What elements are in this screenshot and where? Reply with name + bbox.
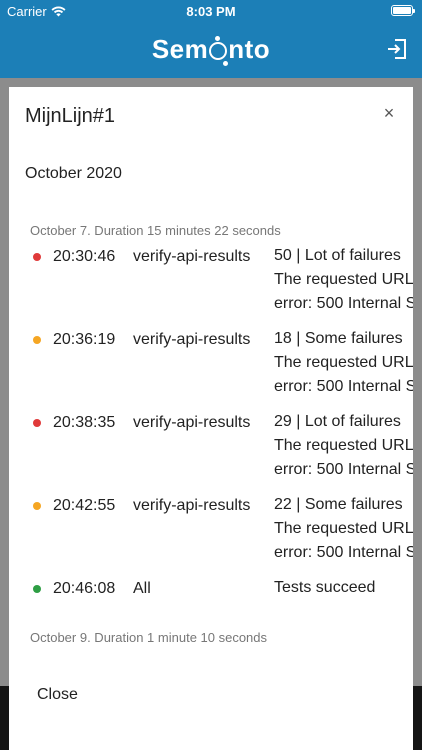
close-button[interactable]: Close <box>37 682 78 708</box>
timeline-modal: MijnLijn#1 × October 2020 October 7. Dur… <box>9 87 413 750</box>
message-line: error: 500 Internal Server Error <box>274 378 413 395</box>
item-test: verify-api-results <box>133 414 251 431</box>
error-status-dot <box>33 253 41 261</box>
item-time: 20:30:46 <box>53 248 116 265</box>
message-line: error: 500 Internal Server Error <box>274 461 413 478</box>
item-message: 22 | Some failures The requested URL ret… <box>274 493 413 565</box>
item-time: 20:42:55 <box>53 497 116 514</box>
warning-status-dot <box>33 502 41 510</box>
success-status-dot <box>33 585 41 593</box>
error-status-dot <box>33 419 41 427</box>
message-line: 22 | Some failures <box>274 496 403 513</box>
month-heading: October 2020 <box>25 165 122 182</box>
message-line: error: 500 Internal Server Error <box>274 544 413 561</box>
item-time: 20:36:19 <box>53 331 116 348</box>
item-test: verify-api-results <box>133 497 251 514</box>
item-message: Tests succeed <box>274 576 375 600</box>
network-node-icon <box>209 36 229 66</box>
message-line: error: 500 Internal Server Error <box>274 295 413 312</box>
message-line: The requested URL returned <box>274 437 413 454</box>
message-line: 29 | Lot of failures <box>274 413 401 430</box>
message-line: The requested URL returned <box>274 271 413 288</box>
item-time: 20:46:08 <box>53 580 116 597</box>
message-line: Tests succeed <box>274 579 376 596</box>
item-test: verify-api-results <box>133 331 251 348</box>
app-header: Carrier 8:03 PM Sem nto <box>0 0 422 78</box>
timeline-list[interactable]: October 7. Duration 15 minutes 22 second… <box>9 219 413 649</box>
logo-text-left: Sem <box>151 34 209 64</box>
item-message: 50 | Lot of failures The requested URL r… <box>274 244 413 316</box>
logo-text-right: nto <box>228 34 271 64</box>
message-line: The requested URL returned <box>274 354 413 371</box>
message-line: 50 | Lot of failures <box>274 247 401 264</box>
item-test: verify-api-results <box>133 248 251 265</box>
item-message: 29 | Lot of failures The requested URL r… <box>274 410 413 482</box>
logout-icon[interactable] <box>386 38 408 60</box>
message-line: 18 | Some failures <box>274 330 403 347</box>
battery-icon <box>391 5 415 16</box>
day-header: October 7. Duration 15 minutes 22 second… <box>30 223 281 238</box>
item-test: All <box>133 580 151 597</box>
status-time: 8:03 PM <box>186 4 236 19</box>
day-header: October 9. Duration 1 minute 10 seconds <box>30 630 268 645</box>
semonto-logo: Sem nto <box>0 34 422 66</box>
close-icon[interactable]: × <box>381 104 397 122</box>
warning-status-dot <box>33 336 41 344</box>
item-message: 18 | Some failures The requested URL ret… <box>274 327 413 399</box>
modal-title: MijnLijn#1 <box>25 105 116 127</box>
message-line: The requested URL returned <box>274 520 413 537</box>
item-time: 20:38:35 <box>53 414 116 431</box>
status-bar: Carrier 8:03 PM <box>0 0 422 22</box>
